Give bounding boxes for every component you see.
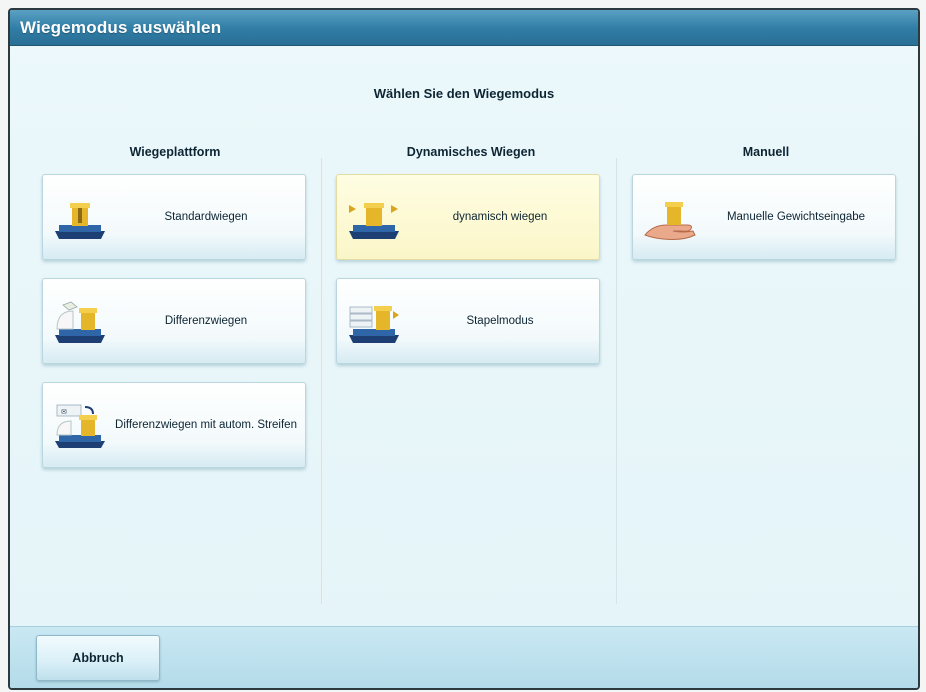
column-header-wiegeplattform: Wiegeplattform [129,145,221,159]
standard-scale-icon [55,203,105,239]
button-label: dynamisch wiegen [452,210,548,223]
column-divider [616,158,618,604]
prompt-text: Wählen Sie den Wiegemodus [373,86,555,101]
column-header-manuell: Manuell [742,145,790,159]
stack-mode-icon [349,306,399,343]
differential-weighing-button[interactable]: Differenzwiegen [42,278,306,364]
button-label: Differenzwiegen [164,314,248,327]
button-label: Standardwiegen [164,210,248,223]
dialog-window: Wiegemodus auswählen Wählen Sie den Wieg… [8,8,920,690]
column-header-dynamisches-wiegen: Dynamisches Wiegen [406,145,536,159]
button-label: Manuelle Gewichtseingabe [726,210,866,223]
window-title: Wiegemodus auswählen [20,18,222,37]
manual-weight-entry-button[interactable]: Manuelle Gewichtseingabe [632,174,896,260]
column-divider [321,158,323,604]
dynamic-weighing-button[interactable]: dynamisch wiegen [336,174,600,260]
footer-bar: Abbruch [10,626,918,688]
button-label: Differenzwiegen mit autom. Streifen [115,418,297,431]
button-label: Stapelmodus [466,314,534,327]
differential-auto-strip-button[interactable]: ✉ Differenzwiegen mit autom. Streifen [42,382,306,468]
differential-scale-icon [55,301,105,343]
differential-auto-strip-icon: ✉ [55,404,105,448]
stack-mode-button[interactable]: Stapelmodus [336,278,600,364]
dynamic-scale-icon [349,203,399,239]
title-bar: Wiegemodus auswählen [10,10,918,46]
standard-weighing-button[interactable]: Standardwiegen [42,174,306,260]
svg-text:✉: ✉ [61,409,67,416]
cancel-button[interactable]: Abbruch [36,635,160,681]
manual-weight-entry-icon [644,202,696,240]
